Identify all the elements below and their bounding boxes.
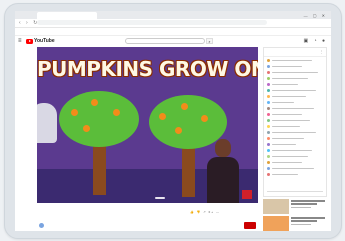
video-actions[interactable]: 👍 👎 ↗ ≡+ ⋯ bbox=[190, 210, 220, 214]
pumpkin-fruit bbox=[175, 127, 182, 134]
channel-avatar[interactable] bbox=[39, 223, 44, 228]
chat-avatar[interactable] bbox=[267, 160, 270, 164]
chat-avatar[interactable] bbox=[267, 58, 270, 62]
chat-message-text bbox=[272, 161, 302, 163]
red-marker bbox=[242, 190, 252, 199]
video-player[interactable]: PUMPKINS GROW ON TREES. bbox=[37, 47, 258, 203]
live-chat-panel: ⋮ bbox=[263, 47, 327, 197]
pumpkin-fruit bbox=[113, 109, 120, 116]
chat-avatar[interactable] bbox=[267, 64, 270, 68]
presenter bbox=[205, 137, 241, 203]
chat-avatar[interactable] bbox=[267, 130, 270, 134]
chat-message-text bbox=[272, 131, 316, 133]
video-meta bbox=[37, 207, 258, 208]
chat-message-text bbox=[272, 77, 308, 79]
youtube-header: ≡ YouTube ⌕ ▣ ◔ ● bbox=[15, 36, 331, 46]
recommended-meta-line bbox=[291, 207, 311, 209]
pumpkin-fruit bbox=[91, 99, 98, 106]
chat-avatar[interactable] bbox=[267, 112, 270, 116]
chat-message-text bbox=[272, 155, 308, 157]
chat-avatar[interactable] bbox=[267, 94, 270, 98]
youtube-wordmark[interactable]: YouTube bbox=[34, 38, 55, 44]
tree-crown bbox=[59, 91, 139, 147]
tablet-frame: — ▢ ✕ ‹ › ↻ ≡ YouTube ⌕ ▣ ◔ ● PUMPKINS G… bbox=[4, 3, 342, 239]
search-input[interactable] bbox=[125, 38, 205, 44]
pumpkin-fruit bbox=[71, 109, 78, 116]
chat-avatar[interactable] bbox=[267, 142, 270, 146]
chat-message-text bbox=[272, 71, 318, 73]
ghost-shape bbox=[37, 103, 57, 143]
chat-input[interactable] bbox=[267, 185, 323, 192]
pumpkin-fruit bbox=[83, 125, 90, 132]
chat-message bbox=[264, 171, 326, 177]
pumpkin-tree-left bbox=[59, 87, 139, 197]
chat-message-text bbox=[272, 65, 302, 67]
recommended-meta-line bbox=[291, 224, 311, 226]
pumpkin-fruit bbox=[159, 113, 166, 120]
chat-avatar[interactable] bbox=[267, 124, 270, 128]
browser-screen: — ▢ ✕ ‹ › ↻ ≡ YouTube ⌕ ▣ ◔ ● PUMPKINS G… bbox=[15, 11, 331, 231]
chat-avatar[interactable] bbox=[267, 70, 270, 74]
chat-avatar[interactable] bbox=[267, 118, 270, 122]
search-icon[interactable]: ⌕ bbox=[206, 38, 213, 44]
bookmarks-bar bbox=[15, 28, 331, 36]
chat-message-text bbox=[272, 125, 300, 127]
recommended-thumbnail[interactable] bbox=[263, 216, 289, 231]
chat-message-text bbox=[272, 137, 304, 139]
chat-message-text bbox=[272, 149, 312, 151]
live-chat-header: ⋮ bbox=[264, 48, 326, 57]
presenter-body bbox=[207, 157, 239, 203]
channel-owner-row bbox=[37, 222, 258, 230]
window-controls[interactable]: — ▢ ✕ bbox=[304, 13, 327, 18]
chat-avatar[interactable] bbox=[267, 172, 270, 176]
recommended-title-line bbox=[291, 217, 325, 219]
recommended-title-line bbox=[291, 220, 317, 222]
recommended-thumbnail[interactable] bbox=[263, 199, 289, 214]
pumpkin-fruit bbox=[201, 115, 208, 122]
chat-avatar[interactable] bbox=[267, 148, 270, 152]
recommended-title-line bbox=[291, 200, 325, 202]
hamburger-menu-icon[interactable]: ≡ bbox=[18, 38, 22, 44]
header-actions[interactable]: ▣ ◔ ● bbox=[303, 38, 327, 44]
chat-message-text bbox=[272, 107, 314, 109]
chat-message-text bbox=[272, 119, 310, 121]
chat-avatar[interactable] bbox=[267, 154, 270, 158]
chat-avatar[interactable] bbox=[267, 100, 270, 104]
chat-avatar[interactable] bbox=[267, 76, 270, 80]
chat-message-text bbox=[272, 83, 298, 85]
chat-message-text bbox=[272, 173, 298, 175]
browser-tab-bar: — ▢ ✕ bbox=[15, 11, 331, 19]
address-row: ‹ › ↻ bbox=[15, 19, 331, 28]
bone-decoration bbox=[155, 197, 165, 199]
recommended-video[interactable] bbox=[263, 216, 327, 231]
chat-message-text bbox=[272, 95, 306, 97]
chat-menu-icon[interactable]: ⋮ bbox=[320, 48, 324, 56]
chat-avatar[interactable] bbox=[267, 136, 270, 140]
youtube-logo-icon[interactable] bbox=[26, 39, 33, 44]
chat-message-text bbox=[272, 101, 294, 103]
recommended-video[interactable] bbox=[263, 199, 327, 215]
presenter-head bbox=[215, 139, 231, 157]
video-overlay-title: PUMPKINS GROW ON TREES. bbox=[37, 57, 258, 81]
chat-messages bbox=[264, 57, 326, 177]
chat-avatar[interactable] bbox=[267, 166, 270, 170]
subscribe-button[interactable] bbox=[244, 222, 256, 229]
chat-message-text bbox=[272, 113, 302, 115]
chat-avatar[interactable] bbox=[267, 88, 270, 92]
address-bar[interactable] bbox=[37, 20, 267, 25]
browser-tab[interactable] bbox=[37, 12, 97, 19]
chat-message-text bbox=[272, 143, 296, 145]
chat-message-text bbox=[272, 89, 316, 91]
chat-message-text bbox=[272, 59, 312, 61]
chat-avatar[interactable] bbox=[267, 82, 270, 86]
chat-message-text bbox=[272, 167, 314, 169]
pumpkin-fruit bbox=[181, 103, 188, 110]
chat-avatar[interactable] bbox=[267, 106, 270, 110]
recommended-title-line bbox=[291, 203, 317, 205]
